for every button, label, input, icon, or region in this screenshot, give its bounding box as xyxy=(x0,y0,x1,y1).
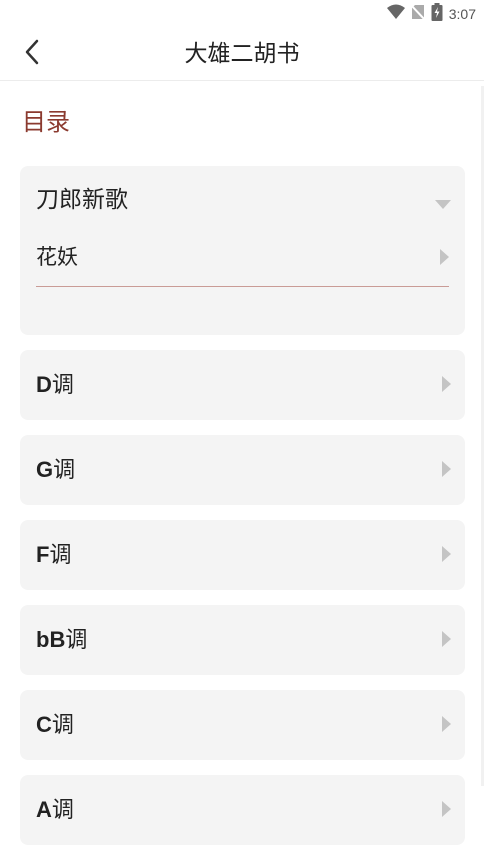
key-name: D xyxy=(36,372,52,397)
no-sim-icon xyxy=(410,4,426,24)
status-bar: 3:07 xyxy=(0,0,484,28)
status-time: 3:07 xyxy=(448,6,476,22)
chevron-right-icon xyxy=(442,546,451,566)
song-item-huayao[interactable]: 花妖 xyxy=(36,240,449,287)
chevron-right-icon xyxy=(442,376,451,396)
key-name: G xyxy=(36,457,54,482)
key-name: C xyxy=(36,712,52,737)
key-suffix: 调 xyxy=(51,798,74,823)
wifi-icon xyxy=(386,4,405,24)
key-suffix: 调 xyxy=(51,373,74,398)
category-label: D调 xyxy=(36,350,74,420)
category-card-g[interactable]: G调 xyxy=(20,435,465,505)
key-suffix: 调 xyxy=(49,543,72,568)
chevron-right-icon xyxy=(442,631,451,651)
category-label: F调 xyxy=(36,520,71,590)
category-card-f[interactable]: F调 xyxy=(20,520,465,590)
chevron-right-icon xyxy=(442,716,451,736)
page-title: 大雄二胡书 xyxy=(184,41,300,67)
key-name: F xyxy=(36,542,50,567)
key-name: bB xyxy=(36,627,66,652)
status-icons: 3:07 xyxy=(386,3,476,25)
section-title: 目录 xyxy=(22,108,70,136)
caret-down-icon[interactable] xyxy=(435,194,451,213)
song-title: 花妖 xyxy=(36,245,78,269)
category-label: G调 xyxy=(36,435,75,505)
key-suffix: 调 xyxy=(65,628,88,653)
category-card-d[interactable]: D调 xyxy=(20,350,465,420)
category-title[interactable]: 刀郎新歌 xyxy=(36,184,128,216)
category-label: C调 xyxy=(36,690,74,760)
category-card-bb[interactable]: bB调 xyxy=(20,605,465,675)
category-label: A调 xyxy=(36,775,74,845)
key-name: A xyxy=(36,797,52,822)
chevron-right-icon xyxy=(442,461,451,481)
chevron-right-icon xyxy=(440,249,449,269)
key-suffix: 调 xyxy=(53,458,76,483)
category-label: bB调 xyxy=(36,605,87,675)
app-bar: 大雄二胡书 xyxy=(0,28,484,81)
category-card-a[interactable]: A调 xyxy=(20,775,465,845)
key-suffix: 调 xyxy=(51,713,74,738)
chevron-right-icon xyxy=(442,801,451,821)
battery-charging-icon xyxy=(431,3,443,25)
category-card-c[interactable]: C调 xyxy=(20,690,465,760)
